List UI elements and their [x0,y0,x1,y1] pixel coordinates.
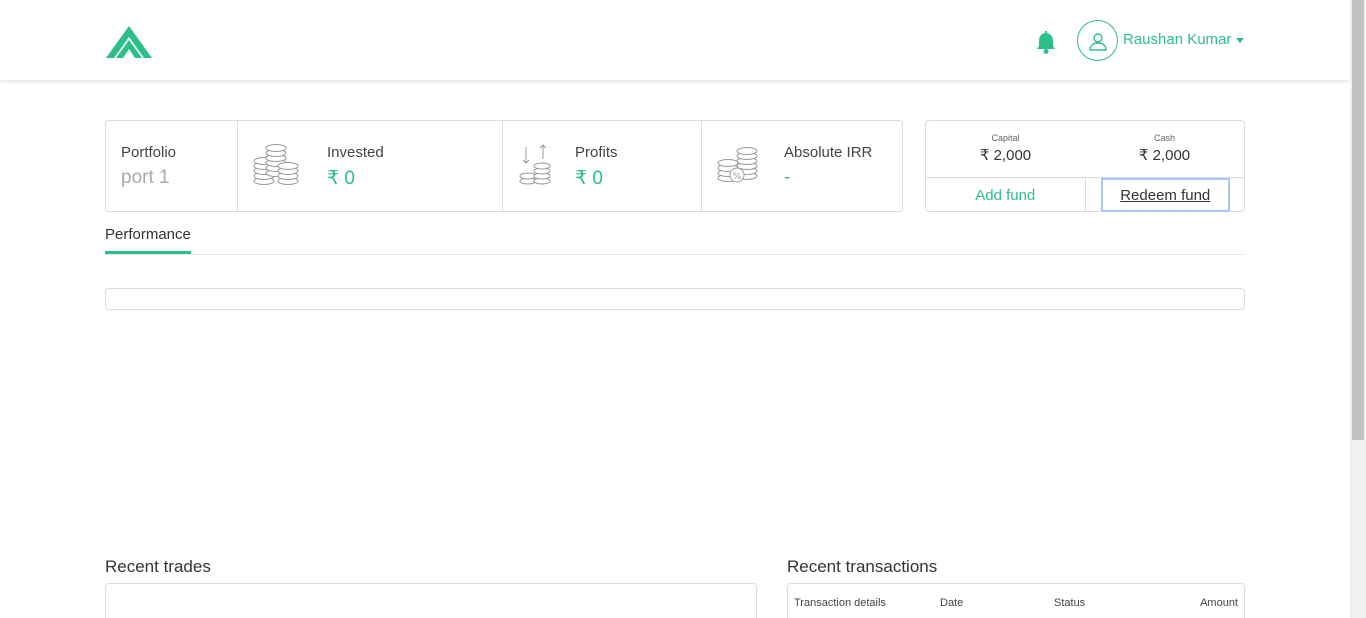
column-header-date: Date [940,597,964,609]
cash-label: Cash [1153,133,1175,143]
page-scrollbar[interactable] [1350,0,1366,618]
user-avatar[interactable] [1077,20,1118,61]
irr-value: - [784,167,791,188]
fund-summary: Capital ₹ 2,000 Cash ₹ 2,000 [926,121,1244,178]
caret-down-icon[interactable] [1236,38,1244,43]
recent-trades-card [105,583,757,618]
profits-stat: Profits ₹ 0 [503,121,702,211]
add-fund-button[interactable]: Add fund [926,178,1086,212]
column-header-status: Status [1054,597,1086,609]
bell-icon[interactable] [1035,31,1057,55]
invested-stat: Invested ₹ 0 [238,121,503,211]
profits-label: Profits [575,144,618,161]
capital-column: Capital ₹ 2,000 [926,121,1085,177]
profits-value: ₹ 0 [575,168,603,189]
tab-bar: Performance [105,222,1245,255]
redeem-fund-button[interactable]: Redeem fund [1100,178,1230,212]
portfolio-label: Portfolio [121,144,177,161]
capital-label: Capital [991,133,1020,143]
percentage-coins-icon: % [717,147,758,183]
svg-text:%: % [733,172,742,182]
recent-trades-title: Recent trades [105,557,211,576]
invested-value: ₹ 0 [327,168,355,189]
portfolio-stats-card: Portfolio port 1 Invested ₹ 0 Profits ₹ … [105,120,903,212]
logo-icon[interactable] [106,26,152,58]
user-name-dropdown[interactable]: Raushan Kumar [1123,31,1231,48]
user-icon [1088,32,1107,51]
invested-label: Invested [327,144,384,161]
page: Raushan Kumar Portfolio port 1 Invested … [0,0,1350,618]
column-header-amount: Amount [1200,597,1238,609]
tab-performance[interactable]: Performance [105,226,191,254]
capital-value: ₹ 2,000 [979,147,1032,164]
irr-stat: % Absolute IRR - [702,121,902,211]
scrollbar-thumb[interactable] [1352,0,1364,440]
fund-actions: Add fund Redeem fund [926,178,1244,212]
fund-card: Capital ₹ 2,000 Cash ₹ 2,000 Add fund Re… [925,120,1245,212]
portfolio-stat: Portfolio port 1 [106,121,238,211]
recent-transactions-card: Transaction details Date Status Amount [787,583,1245,618]
column-header-transaction-details: Transaction details [794,597,886,609]
profit-coins-icon [519,144,551,185]
cash-value: ₹ 2,000 [1138,147,1191,164]
redeem-fund-cell: Redeem fund [1086,178,1245,212]
recent-transactions-title: Recent transactions [787,557,938,576]
performance-panel [105,288,1245,310]
portfolio-value: port 1 [121,167,170,188]
irr-label: Absolute IRR [784,144,873,161]
coins-stack-icon [253,144,299,185]
cash-column: Cash ₹ 2,000 [1085,121,1244,177]
top-navbar: Raushan Kumar [0,0,1350,80]
